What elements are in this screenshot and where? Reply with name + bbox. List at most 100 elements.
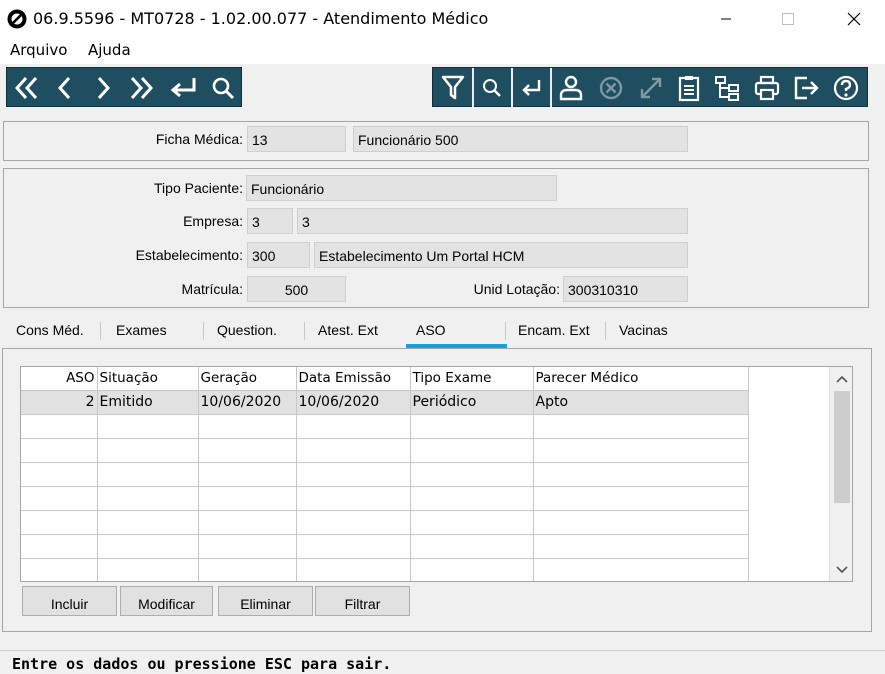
tab-divider xyxy=(100,322,101,340)
scroll-thumb[interactable] xyxy=(834,391,850,503)
tab-question[interactable]: Question. xyxy=(207,318,299,345)
ficha-description: Funcionário 500 xyxy=(353,126,688,152)
tree-button[interactable] xyxy=(709,68,745,108)
tab-vacinas[interactable]: Vacinas xyxy=(609,318,697,345)
return-icon xyxy=(522,80,541,96)
cell-data-emissao: 10/06/2020 xyxy=(296,390,411,415)
cancel-button[interactable] xyxy=(593,68,629,108)
tab-cons-med[interactable]: Cons Méd. xyxy=(6,318,96,345)
clipboard-icon xyxy=(678,76,700,102)
table-row-empty[interactable] xyxy=(21,486,749,511)
table-row-empty[interactable] xyxy=(21,510,749,535)
scroll-up-icon[interactable] xyxy=(836,374,848,384)
filtrar-button[interactable]: Filtrar xyxy=(315,586,410,616)
empresa-name-field: 3 xyxy=(297,208,688,234)
exit-button[interactable] xyxy=(788,68,824,108)
previous-record-button[interactable] xyxy=(47,68,83,108)
empresa-label: Empresa: xyxy=(183,213,243,229)
query-icon xyxy=(483,79,501,97)
cell-situacao: Emitido xyxy=(97,390,199,415)
table-row-empty[interactable] xyxy=(21,534,749,559)
app-logo-icon xyxy=(7,9,27,29)
goto-icon xyxy=(170,78,196,98)
expand-icon xyxy=(640,77,662,99)
table-row-empty[interactable] xyxy=(21,558,749,581)
tab-encam-ext[interactable]: Encam. Ext xyxy=(508,318,596,345)
return-button[interactable] xyxy=(513,68,549,108)
empresa-code-field[interactable]: 3 xyxy=(247,208,293,234)
tab-exames[interactable]: Exames xyxy=(106,318,194,345)
column-header-parecer-medico[interactable]: Parecer Médico xyxy=(533,367,749,391)
tree-icon xyxy=(715,76,739,101)
search-button[interactable] xyxy=(205,68,241,108)
menu-ajuda[interactable]: Ajuda xyxy=(88,41,131,59)
maximize-icon xyxy=(782,13,794,25)
tab-divider xyxy=(505,322,506,340)
scroll-down-icon[interactable] xyxy=(836,565,848,575)
minimize-icon xyxy=(721,18,731,20)
next-record-button[interactable] xyxy=(85,68,121,108)
estabelecimento-label: Estabelecimento: xyxy=(135,247,243,263)
minimize-button[interactable] xyxy=(703,0,749,38)
column-header-tipo-exame[interactable]: Tipo Exame xyxy=(410,367,534,391)
help-button[interactable] xyxy=(828,68,864,108)
table-row-empty[interactable] xyxy=(21,462,749,487)
next-icon xyxy=(97,76,111,100)
status-message: Entre os dados ou pressione ESC para sai… xyxy=(12,655,392,673)
vertical-scrollbar[interactable] xyxy=(829,367,852,581)
close-button[interactable] xyxy=(831,0,877,38)
tab-divider xyxy=(304,322,305,340)
matricula-field[interactable]: 500 xyxy=(247,276,346,302)
tab-aso[interactable]: ASO xyxy=(406,318,506,345)
expand-button[interactable] xyxy=(633,68,669,108)
first-record-button[interactable] xyxy=(9,68,45,108)
first-icon xyxy=(14,76,38,100)
cell-aso: 2 xyxy=(21,390,98,415)
filter-button[interactable] xyxy=(435,68,471,108)
tab-atest-ext[interactable]: Atest. Ext xyxy=(308,318,398,345)
menu-bar: Arquivo Ajuda xyxy=(0,38,885,64)
menu-arquivo[interactable]: Arquivo xyxy=(10,41,67,59)
column-header-aso[interactable]: ASO xyxy=(21,367,98,391)
title-bar: 06.9.5596 - MT0728 - 1.02.00.077 - Atend… xyxy=(0,0,885,38)
status-bar: Entre os dados ou pressione ESC para sai… xyxy=(0,650,885,674)
aso-table: ASO Situação Geração Data Emissão Tipo E… xyxy=(21,367,749,581)
maximize-button[interactable] xyxy=(765,0,811,38)
cancel-icon xyxy=(599,76,623,100)
eliminar-button[interactable]: Eliminar xyxy=(218,586,313,616)
modificar-button[interactable]: Modificar xyxy=(120,586,213,616)
goto-record-button[interactable] xyxy=(165,68,201,108)
help-icon xyxy=(833,75,859,101)
ficha-field[interactable]: 13 xyxy=(247,126,346,152)
table-row-empty[interactable] xyxy=(21,414,749,439)
cell-tipo-exame: Periódico xyxy=(410,390,534,415)
print-icon xyxy=(754,75,780,101)
close-icon xyxy=(847,12,861,26)
unid-lotacao-label: Unid Lotação: xyxy=(473,281,560,297)
column-header-geracao[interactable]: Geração xyxy=(198,367,297,391)
table-row[interactable]: 2 Emitido 10/06/2020 10/06/2020 Periódic… xyxy=(21,390,749,415)
incluir-button[interactable]: Incluir xyxy=(22,586,117,616)
tipo-paciente-field[interactable]: Funcionário xyxy=(246,175,557,201)
print-button[interactable] xyxy=(749,68,785,108)
filter-icon xyxy=(441,75,465,100)
last-icon xyxy=(130,76,154,100)
last-record-button[interactable] xyxy=(123,68,159,108)
column-header-data-emissao[interactable]: Data Emissão xyxy=(296,367,411,391)
tipo-paciente-label: Tipo Paciente: xyxy=(154,180,243,196)
clipboard-button[interactable] xyxy=(671,68,707,108)
window-title: 06.9.5596 - MT0728 - 1.02.00.077 - Atend… xyxy=(33,9,489,28)
previous-icon xyxy=(57,76,71,100)
table-row-empty[interactable] xyxy=(21,438,749,463)
tab-divider xyxy=(605,322,606,340)
search-icon xyxy=(212,77,235,100)
navigation-toolbar xyxy=(6,67,242,107)
aso-grid[interactable]: ASO Situação Geração Data Emissão Tipo E… xyxy=(20,366,853,582)
column-header-situacao[interactable]: Situação xyxy=(97,367,199,391)
toolbar-separator xyxy=(550,68,552,108)
user-button[interactable] xyxy=(553,68,589,108)
tab-divider xyxy=(203,322,204,340)
query-button[interactable] xyxy=(474,68,510,108)
estabelecimento-code-field[interactable]: 300 xyxy=(247,242,310,268)
user-icon xyxy=(559,75,583,101)
